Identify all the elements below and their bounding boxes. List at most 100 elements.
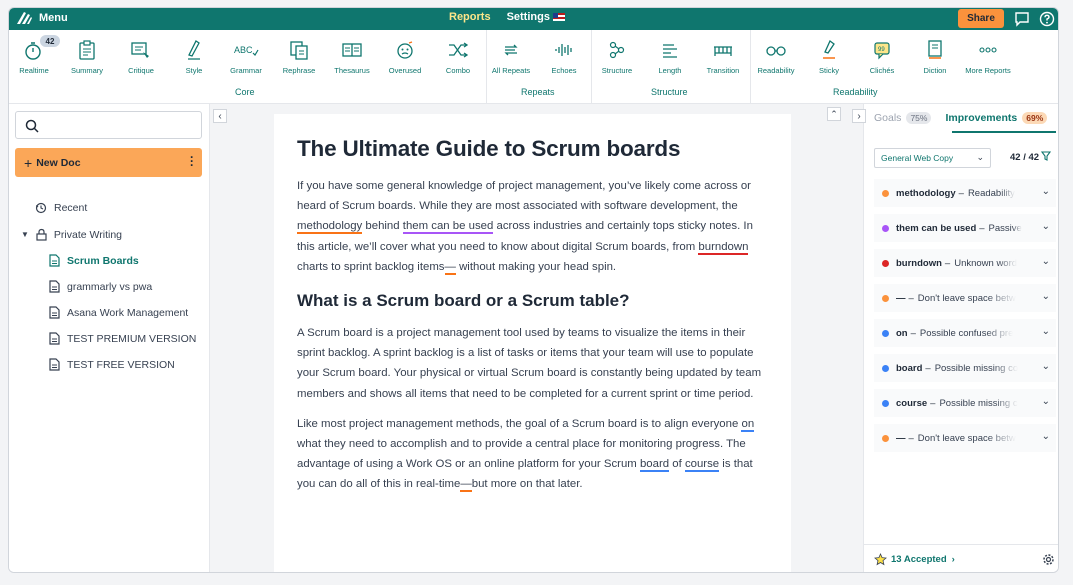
issue-card[interactable]: — – Don't leave space betw ⌄: [874, 424, 1056, 452]
summary-label: Summary: [70, 66, 104, 75]
reports-tab[interactable]: Reports: [449, 11, 491, 23]
doc-item[interactable]: Scrum Boards: [49, 254, 139, 267]
flagged-word[interactable]: burndown: [698, 240, 749, 255]
new-doc-button[interactable]: + New Doc · · ·: [15, 148, 202, 177]
collapse-toolbar-button[interactable]: ⌃: [827, 107, 841, 121]
length-tool[interactable]: Length: [646, 38, 694, 75]
more-reports-label: More Reports: [965, 66, 1011, 75]
issue-card[interactable]: — – Don't leave space betw ⌄: [874, 284, 1056, 312]
settings-tab[interactable]: Settings: [507, 11, 565, 23]
tab-improvements[interactable]: Improvements 69%: [945, 112, 1048, 124]
share-button[interactable]: Share: [958, 9, 1004, 28]
sticky-tool[interactable]: Sticky: [805, 38, 853, 75]
filter-icon[interactable]: [1041, 151, 1051, 161]
combo-label: Combo: [445, 66, 471, 75]
recent-label: Recent: [54, 202, 88, 214]
chevron-down-icon[interactable]: ⌄: [1042, 396, 1050, 407]
app-window: Menu Reports Settings Share Realtime 42 …: [8, 7, 1059, 573]
critique-tool[interactable]: Critique: [117, 38, 165, 75]
star-icon: [874, 553, 887, 566]
chevron-down-icon[interactable]: ⌄: [1042, 291, 1050, 302]
chevron-down-icon[interactable]: ⌄: [1042, 221, 1050, 232]
diction-icon: [928, 40, 942, 59]
svg-text:ABC: ABC: [234, 45, 253, 55]
issue-card[interactable]: on – Possible confused pre ⌄: [874, 319, 1056, 347]
help-icon[interactable]: [1039, 11, 1055, 27]
toolbar-divider: [591, 30, 592, 104]
issue-term: methodology: [896, 187, 956, 199]
doc-label: Scrum Boards: [67, 254, 139, 267]
severity-dot: [882, 364, 889, 372]
tab-goals[interactable]: Goals 75%: [874, 112, 932, 124]
doc-item[interactable]: Asana Work Management: [49, 306, 188, 319]
chevron-down-icon[interactable]: ⌄: [1042, 256, 1050, 267]
pen-icon: [188, 40, 200, 60]
rephrase-tool[interactable]: Rephrase: [275, 38, 323, 75]
more-options-icon[interactable]: · · ·: [190, 151, 194, 171]
issue-card[interactable]: course – Possible missing c ⌄: [874, 389, 1056, 417]
menu-button[interactable]: Menu: [15, 10, 68, 26]
recent-item[interactable]: Recent: [35, 202, 87, 214]
sticky-pen-icon: [823, 39, 835, 59]
overused-tool[interactable]: Overused: [381, 38, 429, 75]
all-repeats-tool[interactable]: All Repeats: [487, 38, 535, 75]
more-reports-tool[interactable]: More Reports: [964, 38, 1012, 75]
combo-tool[interactable]: Combo: [434, 38, 482, 75]
collapse-sidebar-button[interactable]: ‹: [213, 109, 227, 123]
issue-card[interactable]: burndown – Unknown word ⌄: [874, 249, 1056, 277]
grammar-tool[interactable]: ABC Grammar: [222, 38, 270, 75]
text-run: without making your head spin.: [455, 260, 617, 273]
chevron-down-icon[interactable]: ⌄: [1042, 431, 1050, 442]
issue-card[interactable]: them can be used – Passive ⌄: [874, 214, 1056, 242]
summary-tool[interactable]: Summary: [63, 38, 111, 75]
chevron-down-icon[interactable]: ⌄: [1042, 186, 1050, 197]
doc-item[interactable]: grammarly vs pwa: [49, 280, 152, 293]
flagged-word[interactable]: —: [460, 478, 472, 493]
all-repeats-label: All Repeats: [491, 66, 531, 75]
cliches-tool[interactable]: 99 Clichés: [858, 38, 906, 75]
thesaurus-tool[interactable]: Thesaurus: [328, 38, 376, 75]
echoes-tool[interactable]: Echoes: [540, 38, 588, 75]
gear-icon[interactable]: [1042, 553, 1055, 566]
private-writing-folder[interactable]: ▼ Private Writing: [21, 228, 122, 241]
comment-icon[interactable]: [1014, 11, 1030, 27]
diction-tool[interactable]: Diction: [911, 38, 959, 75]
issue-card[interactable]: methodology – Readability ⌄: [874, 179, 1056, 207]
readability-tool[interactable]: Readability: [752, 38, 800, 75]
goals-label: Goals: [874, 112, 902, 124]
us-flag-icon: [552, 13, 565, 22]
flagged-word[interactable]: board: [639, 458, 670, 473]
document-type-select[interactable]: General Web Copy ⌄: [874, 148, 991, 168]
doc-item[interactable]: TEST PREMIUM VERSION: [49, 332, 196, 345]
style-tool[interactable]: Style: [170, 38, 218, 75]
issue-description: Possible missing c: [939, 397, 1018, 409]
issue-card[interactable]: board – Possible missing co ⌄: [874, 354, 1056, 382]
flagged-word[interactable]: them can be used: [402, 220, 494, 235]
doc-item[interactable]: TEST FREE VERSION: [49, 358, 175, 371]
sticky-label: Sticky: [818, 66, 839, 75]
issue-description: Passive: [988, 222, 1022, 234]
flagged-word[interactable]: methodology: [297, 220, 363, 235]
collapse-panel-button[interactable]: ›: [852, 109, 866, 123]
document-icon: [49, 306, 60, 319]
transition-tool[interactable]: Transition: [699, 38, 747, 75]
structure-tool[interactable]: Structure: [593, 38, 641, 75]
accepted-footer[interactable]: 13 Accepted ›: [864, 544, 1058, 572]
flagged-word[interactable]: on: [741, 417, 755, 432]
caret-down-icon[interactable]: ▼: [21, 230, 29, 239]
issue-term: on: [896, 327, 908, 339]
cliches-label: Clichés: [869, 66, 895, 75]
chevron-down-icon[interactable]: ⌄: [1042, 361, 1050, 372]
document-icon: [49, 254, 60, 267]
folder-label: Private Writing: [53, 228, 122, 241]
chevron-down-icon[interactable]: ⌄: [1042, 326, 1050, 337]
suggestions-panel: › Goals 75% Improvements 69% General Web C…: [852, 104, 1058, 572]
flagged-word[interactable]: —: [444, 260, 456, 275]
structure-label: Structure: [601, 66, 633, 75]
severity-dot: [882, 224, 889, 232]
flagged-word[interactable]: course: [684, 458, 720, 473]
search-input[interactable]: [15, 111, 202, 139]
glasses-icon: [766, 46, 786, 56]
document-page[interactable]: The Ultimate Guide to Scrum boards If yo…: [274, 114, 791, 572]
shuffle-icon: [449, 42, 469, 58]
